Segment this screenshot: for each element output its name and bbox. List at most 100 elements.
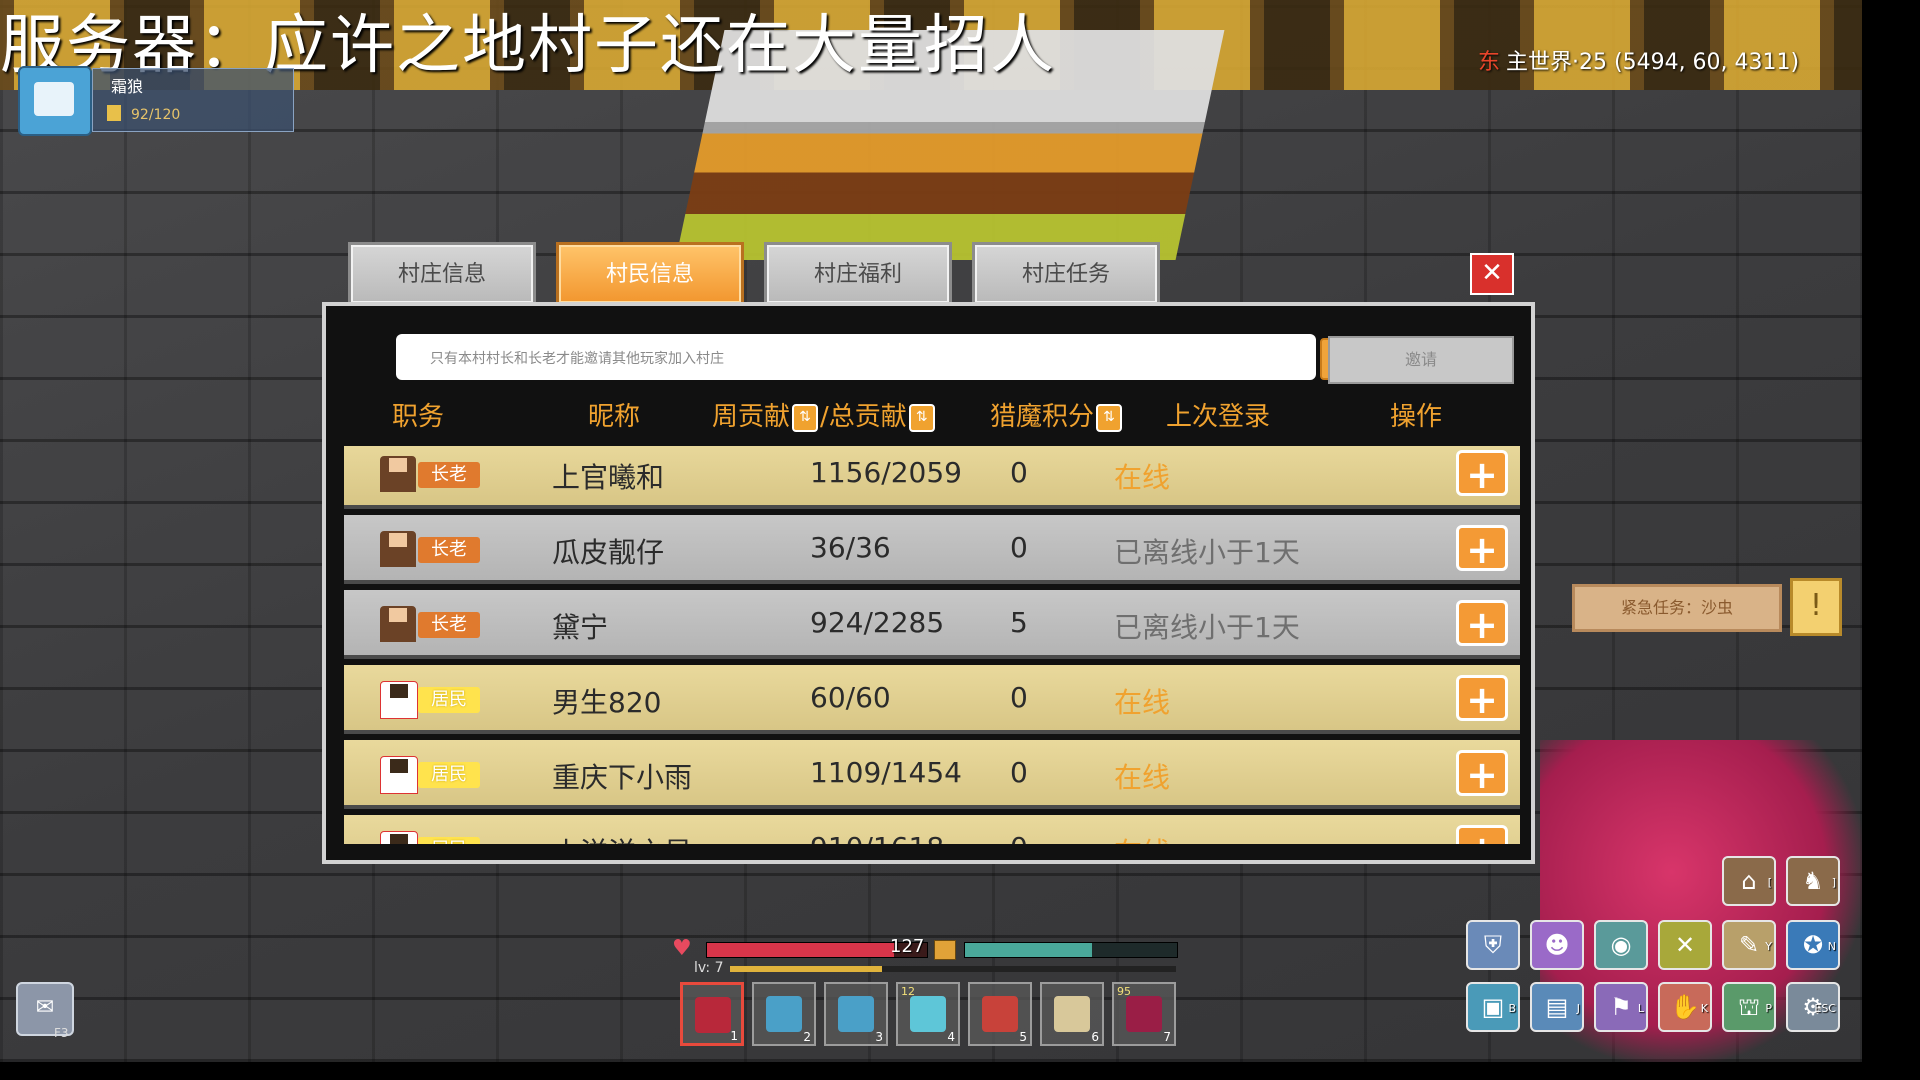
member-hunt-score: 0: [1010, 456, 1028, 489]
add-action-button[interactable]: +: [1456, 750, 1508, 797]
member-row[interactable]: 长老 瓜皮靓仔 36/36 0 已离线小于1天 +: [344, 515, 1520, 584]
slot-key: 3: [875, 1030, 883, 1044]
player-xp: 92/120: [131, 107, 181, 123]
settings-menu-button[interactable]: ⚙ ESC: [1786, 982, 1840, 1032]
hotbar-slot[interactable]: 3: [824, 982, 888, 1046]
tab-village-info[interactable]: 村庄信息: [348, 242, 536, 303]
sort-weekly-icon[interactable]: ⇅: [792, 403, 819, 432]
invite-button[interactable]: 邀请: [1328, 336, 1514, 384]
member-contribution: 36/36: [810, 531, 891, 564]
slot-key: 5: [1019, 1030, 1027, 1044]
xp-icon: [107, 105, 121, 121]
member-row[interactable]: 长老 黛宁 924/2285 5 已离线小于1天 +: [344, 590, 1520, 659]
hotbar-slot[interactable]: 6: [1040, 982, 1104, 1046]
level-label: lv: 7: [694, 960, 724, 976]
role-label: 长老: [418, 612, 480, 638]
journal-menu-button[interactable]: ▤ J: [1530, 982, 1584, 1032]
role-label: 居民: [418, 687, 480, 713]
column-hunt: 猎魔积分: [990, 402, 1095, 432]
column-contribution: 周贡献 ⇅/总贡献 ⇅: [712, 396, 937, 433]
add-action-button[interactable]: +: [1456, 525, 1508, 572]
hotbar-slot[interactable]: 5: [968, 982, 1032, 1046]
guild-menu-button[interactable]: ✋ K: [1658, 982, 1712, 1032]
slot-key: 7: [1163, 1030, 1171, 1044]
role-label: 居民: [418, 837, 480, 844]
column-role: 职务: [392, 402, 445, 432]
member-row[interactable]: 居民 重庆下小雨 1109/1454 0 在线 +: [344, 740, 1520, 809]
add-action-button[interactable]: +: [1456, 450, 1508, 497]
bow-icon: [695, 997, 731, 1033]
member-row[interactable]: 长老 上官曦和 1156/2059 0 在线 +: [344, 446, 1520, 509]
menu-key: ESC: [1814, 1002, 1836, 1015]
add-action-button[interactable]: +: [1456, 825, 1508, 844]
berry-icon: [1126, 996, 1162, 1032]
sort-hunt-icon[interactable]: ⇅: [1096, 403, 1123, 432]
role-badge: 居民: [380, 831, 480, 844]
axe-icon: [838, 996, 874, 1032]
role-badge: 长老: [380, 606, 480, 642]
health-value: 127: [890, 936, 925, 957]
sort-total-icon[interactable]: ⇅: [908, 403, 935, 432]
tab-villager-info[interactable]: 村民信息: [556, 242, 744, 303]
hotbar-slot[interactable]: 95 7: [1112, 982, 1176, 1046]
build-menu-button[interactable]: ⌂[: [1722, 856, 1776, 906]
column-total: /总贡献: [820, 402, 907, 432]
column-last-login: 上次登录: [1166, 402, 1271, 432]
member-list[interactable]: 长老 上官曦和 1156/2059 0 在线 + 长老 瓜皮靓仔 36/36 0 已离线小于1天 + 长…: [344, 446, 1520, 844]
urgent-quest-button[interactable]: 紧急任务：沙虫: [1572, 584, 1782, 632]
chat-key-label: F3: [54, 1026, 69, 1040]
add-action-button[interactable]: +: [1456, 600, 1508, 647]
member-hunt-score: 0: [1010, 756, 1028, 789]
skills-menu-button[interactable]: ✕: [1658, 920, 1712, 970]
close-button[interactable]: ✕: [1470, 253, 1514, 295]
elder-icon: [380, 606, 416, 642]
tab-village-welfare[interactable]: 村庄福利: [764, 242, 952, 303]
elder-icon: [380, 531, 416, 567]
member-row[interactable]: 居民 小洋洋之星 910/1618 0 在线 +: [344, 815, 1520, 844]
food-icon: [934, 940, 956, 960]
achievement-menu-button[interactable]: ✪ N: [1786, 920, 1840, 970]
quest-log-menu-button[interactable]: ✎ Y: [1722, 920, 1776, 970]
quest-alert-icon[interactable]: !: [1790, 578, 1842, 636]
camera-menu-button[interactable]: ◉: [1594, 920, 1648, 970]
map-icon: [1054, 996, 1090, 1032]
member-name: 重庆下小雨: [552, 761, 693, 794]
menu-icon: ⚑: [1610, 993, 1632, 1021]
menu-icon: ♞: [1802, 867, 1824, 895]
hotbar-slot[interactable]: 12 4: [896, 982, 960, 1046]
menu-icon: ⌂: [1741, 867, 1757, 895]
shop-menu-button[interactable]: ⛫ P: [1722, 982, 1776, 1032]
shield-menu-button[interactable]: ⛨: [1466, 920, 1520, 970]
mount-menu-button[interactable]: ♞]: [1786, 856, 1840, 906]
menu-key: J: [1576, 1002, 1580, 1015]
add-action-button[interactable]: +: [1456, 675, 1508, 722]
member-last-login: 在线: [1114, 461, 1171, 494]
chat-icon: ✉: [35, 995, 55, 1020]
member-name: 男生820: [552, 686, 662, 719]
member-contribution: 910/1618: [810, 831, 944, 844]
bag-menu-button[interactable]: ▣ B: [1466, 982, 1520, 1032]
world-coordinates: 主世界·25 (5494, 60, 4311): [1506, 50, 1800, 75]
flag-menu-button[interactable]: ⚑ L: [1594, 982, 1648, 1032]
villager-window: 只有本村村长和长老才能邀请其他玩家加入村庄 ? 邀请 职务 昵称 周贡献⇅/总贡…: [322, 302, 1535, 864]
member-last-login: 已离线小于1天: [1114, 536, 1300, 569]
menu-icon: ◉: [1610, 931, 1632, 959]
player-name: 霜狼: [111, 77, 144, 96]
player-card[interactable]: 霜狼 92/120: [18, 66, 298, 136]
player-info: 霜狼 92/120: [92, 68, 294, 132]
tab-village-tasks[interactable]: 村庄任务: [972, 242, 1160, 303]
compass-direction: 东: [1478, 50, 1501, 75]
invite-notice: 只有本村村长和长老才能邀请其他玩家加入村庄 ?: [396, 334, 1372, 380]
member-row[interactable]: 居民 男生820 60/60 0 在线 +: [344, 665, 1520, 734]
menu-key: L: [1637, 1002, 1644, 1015]
world-location: 东主世界·25 (5494, 60, 4311): [1478, 44, 1799, 76]
heart-icon: ♥: [672, 936, 692, 961]
hotbar-slot[interactable]: 1: [680, 982, 744, 1046]
hotbar-slot[interactable]: 2: [752, 982, 816, 1046]
member-contribution: 60/60: [810, 681, 891, 714]
member-hunt-score: 5: [1010, 606, 1028, 639]
slot-key: 4: [947, 1030, 955, 1044]
pet-menu-button[interactable]: ☻: [1530, 920, 1584, 970]
role-label: 居民: [418, 762, 480, 788]
player-avatar[interactable]: [18, 66, 92, 136]
